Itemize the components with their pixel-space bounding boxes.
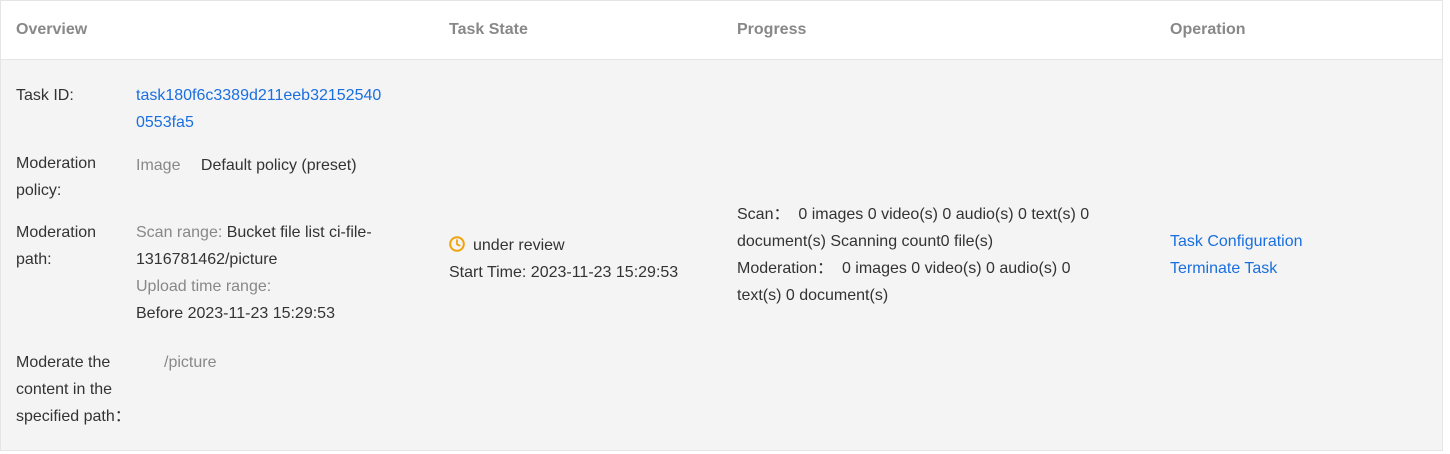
path-value: Scan range: Bucket file list ci-file- 13… [136, 219, 426, 327]
start-time: Start Time: 2023-11-23 15:29:53 [449, 264, 679, 281]
specified-path-label: Moderate the content in the specified pa… [16, 349, 136, 430]
terminate-task-link[interactable]: Terminate Task [1170, 255, 1303, 282]
policy-label-line1: Moderation [16, 155, 97, 172]
policy-name: Default policy (preset) [200, 157, 357, 174]
path-label-line2: path: [16, 251, 52, 268]
policy-value: Image Default policy (preset) [136, 152, 426, 179]
status-text: under review [473, 237, 565, 254]
header-operation: Operation [1170, 21, 1246, 38]
task-id-line1[interactable]: task180f6c3389d211eeb32152540 [136, 82, 426, 109]
specified-path-value: /picture [164, 354, 217, 371]
table-header: Overview Task State Progress Operation [1, 1, 1442, 60]
task-id-label: Task ID: [16, 87, 74, 104]
task-state: under review Start Time: 2023-11-23 15:2… [449, 232, 729, 286]
scan-line1: Scan： 0 images 0 video(s) 0 audio(s) 0 t… [737, 206, 1090, 223]
status-line: under review [449, 232, 729, 259]
moderation-line1: Moderation： 0 images 0 video(s) 0 audio(… [737, 260, 1071, 277]
upload-range-label: Upload time range: [136, 278, 272, 295]
table-row: Task ID: task180f6c3389d211eeb32152540 0… [1, 60, 1442, 450]
specified-label-line1: Moderate the [16, 354, 111, 371]
scan-range-value-1: Bucket file list ci-file- [226, 224, 372, 241]
task-configuration-link[interactable]: Task Configuration [1170, 228, 1303, 255]
scan-line2: document(s) Scanning count0 file(s) [737, 233, 994, 250]
policy-type: Image [136, 157, 181, 174]
header-task-state: Task State [449, 21, 528, 38]
moderation-line2: text(s) 0 document(s) [737, 287, 889, 304]
header-overview: Overview [16, 21, 88, 38]
scan-range-value-2: 1316781462/picture [136, 251, 278, 268]
clock-icon [449, 236, 465, 252]
policy-label: Moderation policy: [16, 150, 136, 204]
task-table: Overview Task State Progress Operation T… [0, 0, 1443, 451]
specified-label-line2: content in the [16, 381, 113, 398]
operation-links: Task Configuration Terminate Task [1170, 228, 1303, 282]
scan-range: Scan range: Bucket file list ci-file- [136, 219, 426, 246]
specified-label-line3: specified path： [16, 408, 131, 425]
task-id-link[interactable]: task180f6c3389d211eeb32152540 0553fa5 [136, 82, 426, 136]
path-label-line1: Moderation [16, 224, 97, 241]
policy-label-line2: policy: [16, 182, 62, 199]
header-progress: Progress [737, 21, 807, 38]
path-label: Moderation path: [16, 219, 136, 273]
task-id-line2[interactable]: 0553fa5 [136, 109, 426, 136]
upload-range-value: Before 2023-11-23 15:29:53 [136, 305, 335, 322]
scan-range-label: Scan range: [136, 224, 223, 241]
progress-info: Scan： 0 images 0 video(s) 0 audio(s) 0 t… [737, 201, 1157, 309]
